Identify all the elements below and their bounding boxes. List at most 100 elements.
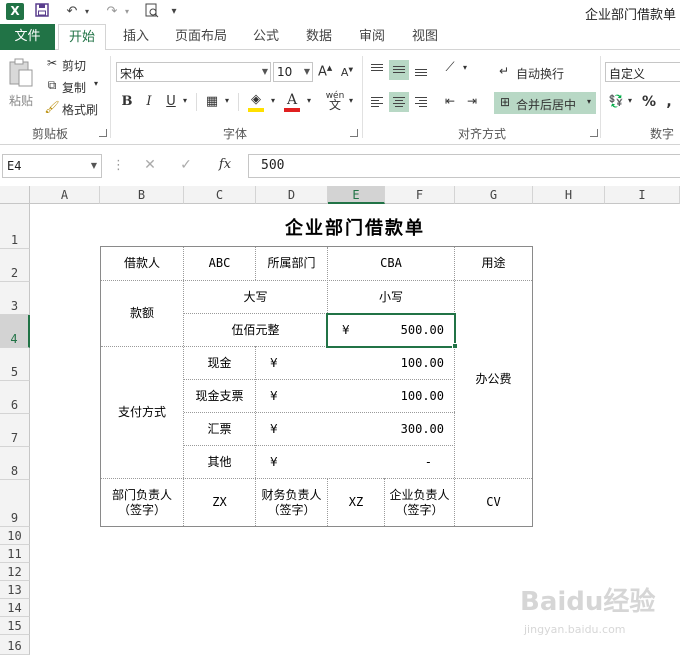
finance-head-label[interactable]: 财务负责人 （签字）	[256, 479, 327, 526]
decrease-font-icon[interactable]: A▼	[340, 66, 354, 79]
font-color-button[interactable]: A	[282, 92, 304, 114]
number-format-select[interactable]: 自定义	[605, 62, 680, 82]
copy-button[interactable]: ⧉ 复制 ▾	[44, 78, 106, 96]
customize-toolbar-icon[interactable]: ▾	[168, 3, 180, 21]
row-header-13[interactable]: 13	[0, 581, 30, 599]
row-header-14[interactable]: 14	[0, 599, 30, 617]
tab-view[interactable]: 视图	[403, 24, 447, 50]
underline-button[interactable]: U	[164, 94, 178, 109]
font-color-dropdown-icon[interactable]: ▾	[304, 96, 314, 105]
payment-currency[interactable]: ¥	[256, 413, 306, 445]
column-header-c[interactable]: C	[184, 186, 256, 204]
payment-value[interactable]: 100.00	[306, 380, 454, 412]
cancel-icon[interactable]: ✕	[140, 157, 160, 173]
tab-home[interactable]: 开始	[58, 24, 106, 51]
purpose-label[interactable]: 用途	[455, 247, 532, 280]
borrower-value[interactable]: ABC	[184, 247, 255, 280]
dept-head-value[interactable]: ZX	[184, 479, 255, 526]
row-header-9[interactable]: 9	[0, 480, 30, 527]
row-header-1[interactable]: 1	[0, 204, 30, 249]
amount-upper[interactable]: 伍佰元整	[184, 314, 327, 346]
align-right-button[interactable]	[411, 92, 431, 112]
accounting-dropdown-icon[interactable]: ▾	[626, 96, 634, 105]
tab-insert[interactable]: 插入	[112, 24, 160, 50]
column-header-a[interactable]: A	[30, 186, 100, 204]
payment-value[interactable]: -	[306, 446, 454, 478]
font-size-select[interactable]: 10 ▼	[273, 62, 313, 82]
borders-dropdown-icon[interactable]: ▾	[222, 96, 232, 105]
enter-icon[interactable]: ✓	[176, 157, 196, 173]
payment-value[interactable]: 100.00	[306, 347, 454, 379]
align-left-button[interactable]	[367, 92, 387, 112]
payment-currency[interactable]: ¥	[256, 446, 306, 478]
tab-file[interactable]: 文件	[0, 24, 55, 50]
payment-currency[interactable]: ¥	[256, 347, 306, 379]
italic-button[interactable]: I	[142, 94, 156, 109]
align-bottom-button[interactable]	[411, 60, 431, 80]
payment-method[interactable]: 汇票	[184, 413, 255, 445]
dept-value[interactable]: CBA	[328, 247, 454, 280]
lower-label[interactable]: 小写	[328, 281, 454, 313]
row-header-2[interactable]: 2	[0, 249, 30, 282]
column-header-f[interactable]: F	[385, 186, 455, 204]
paste-button[interactable]: 粘贴	[6, 56, 36, 116]
column-header-b[interactable]: B	[100, 186, 184, 204]
print-preview-icon[interactable]	[142, 3, 162, 21]
company-head-label[interactable]: 企业负责人 （签字）	[385, 479, 454, 526]
alignment-launcher-icon[interactable]	[590, 129, 598, 137]
align-middle-button[interactable]	[389, 60, 409, 80]
column-header-g[interactable]: G	[455, 186, 533, 204]
redo-icon[interactable]: ↷	[102, 3, 122, 21]
format-painter-button[interactable]: 🖌 格式刷	[44, 100, 106, 118]
save-icon[interactable]	[32, 3, 52, 21]
tab-formulas[interactable]: 公式	[244, 24, 288, 50]
borrower-label[interactable]: 借款人	[101, 247, 183, 280]
fill-color-button[interactable]: ◈	[246, 92, 268, 114]
cut-button[interactable]: ✂ 剪切	[44, 56, 104, 74]
select-all-corner[interactable]	[0, 186, 30, 204]
payment-method[interactable]: 现金	[184, 347, 255, 379]
bold-button[interactable]: B	[120, 94, 134, 109]
tab-page-layout[interactable]: 页面布局	[168, 24, 234, 50]
increase-indent-icon[interactable]: ⇥	[462, 94, 482, 108]
payment-currency[interactable]: ¥	[256, 380, 306, 412]
phonetic-icon[interactable]: wén 文	[324, 92, 346, 112]
undo-dropdown-icon[interactable]: ▾	[82, 3, 92, 21]
undo-icon[interactable]: ↶	[62, 3, 82, 21]
accounting-format-icon[interactable]: 💱	[607, 94, 625, 108]
column-header-d[interactable]: D	[256, 186, 328, 204]
payment-value[interactable]: 300.00	[306, 413, 454, 445]
row-header-4[interactable]: 4	[0, 315, 30, 348]
name-box[interactable]: E4 ▼	[2, 154, 102, 178]
insert-function-icon[interactable]: fx	[214, 157, 236, 172]
payment-method[interactable]: 现金支票	[184, 380, 255, 412]
align-center-button[interactable]	[389, 92, 409, 112]
font-name-select[interactable]: 宋体 ▼	[116, 62, 271, 82]
row-header-6[interactable]: 6	[0, 381, 30, 414]
dept-label[interactable]: 所属部门	[256, 247, 327, 280]
row-header-7[interactable]: 7	[0, 414, 30, 447]
font-launcher-icon[interactable]	[350, 129, 358, 137]
finance-head-value[interactable]: XZ	[328, 479, 384, 526]
phonetic-dropdown-icon[interactable]: ▾	[346, 96, 356, 105]
payment-method[interactable]: 其他	[184, 446, 255, 478]
column-header-e[interactable]: E	[328, 186, 385, 204]
tab-data[interactable]: 数据	[297, 24, 341, 50]
row-header-5[interactable]: 5	[0, 348, 30, 381]
orientation-dropdown-icon[interactable]: ▾	[460, 63, 470, 72]
align-top-button[interactable]	[367, 60, 387, 80]
decrease-indent-icon[interactable]: ⇤	[440, 94, 460, 108]
wrap-text-button[interactable]: ↵ 自动换行	[494, 62, 594, 82]
column-header-i[interactable]: I	[605, 186, 680, 204]
company-head-value[interactable]: CV	[455, 479, 532, 526]
row-header-11[interactable]: 11	[0, 545, 30, 563]
row-header-12[interactable]: 12	[0, 563, 30, 581]
row-header-10[interactable]: 10	[0, 527, 30, 545]
dept-head-label[interactable]: 部门负责人 （签字）	[101, 479, 183, 526]
percent-button[interactable]: %	[640, 94, 658, 110]
formula-input[interactable]: 500	[248, 154, 680, 178]
column-header-h[interactable]: H	[533, 186, 605, 204]
purpose-value[interactable]: 办公费	[455, 281, 532, 478]
fill-dropdown-icon[interactable]: ▾	[268, 96, 278, 105]
fill-handle[interactable]	[452, 343, 458, 349]
